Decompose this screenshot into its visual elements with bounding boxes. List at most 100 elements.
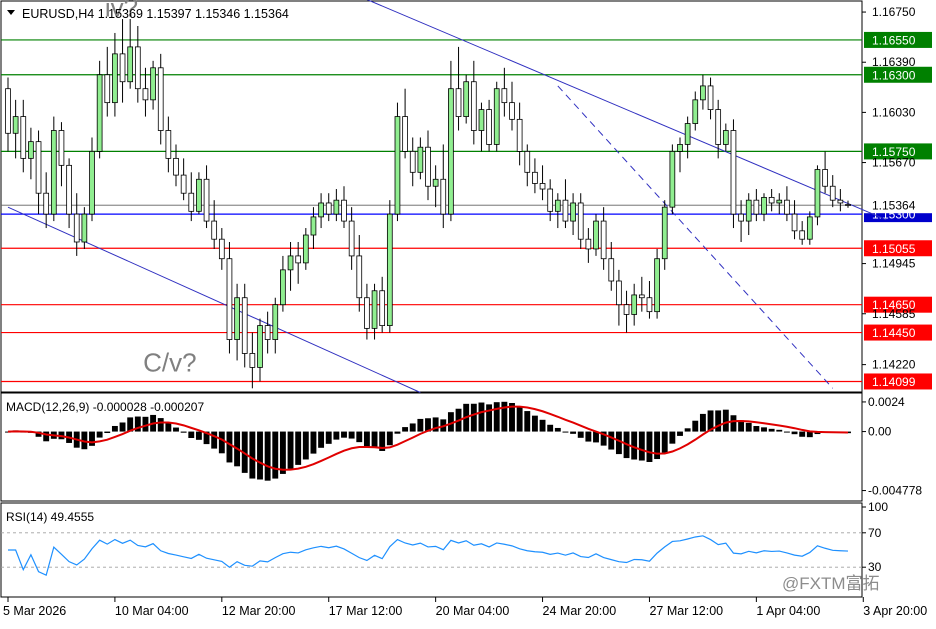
price-tick-label: 1.16390 — [872, 55, 916, 69]
price-tick-label: 1.16030 — [872, 105, 916, 119]
macd-histogram-bar — [257, 431, 263, 480]
candle-down — [784, 199, 790, 215]
fxtm-watermark: @FXTM富拓 — [782, 574, 880, 593]
candle-down — [211, 220, 218, 240]
macd-histogram-bar — [348, 431, 355, 439]
candle-up — [50, 130, 57, 215]
candle-down — [58, 130, 65, 166]
macd-histogram-bar — [180, 431, 187, 433]
macd-histogram-bar — [661, 431, 668, 453]
candle-down — [66, 164, 72, 215]
time-tick-label: 1 Apr 04:00 — [756, 604, 820, 618]
candle-down — [577, 202, 584, 240]
candle-up — [417, 146, 424, 173]
macd-histogram-bar — [692, 420, 699, 432]
macd-histogram-bar — [409, 423, 416, 432]
macd-histogram-bar — [531, 415, 538, 432]
candle-down — [409, 151, 416, 173]
candle-up — [89, 151, 95, 215]
candle-up — [302, 234, 309, 264]
candle-up — [257, 325, 263, 368]
candle-up — [432, 178, 439, 187]
candle-down — [715, 109, 722, 145]
candle-down — [516, 118, 523, 152]
macd-histogram-bar — [302, 431, 309, 460]
macd-histogram-bar — [356, 431, 363, 443]
macd-histogram-bar — [287, 431, 294, 469]
candle-up — [692, 99, 699, 124]
macd-histogram-bar — [371, 431, 378, 448]
candle-up — [684, 123, 691, 145]
candle-up — [478, 109, 485, 131]
candle-up — [333, 199, 340, 215]
level-tag-text: 1.14450 — [872, 326, 916, 340]
level-tag-text: 1.14099 — [872, 375, 916, 389]
macd-histogram-bar — [753, 426, 760, 432]
candle-down — [547, 188, 554, 212]
candle-down — [425, 146, 431, 187]
candle-up — [631, 294, 638, 315]
candle-down — [822, 169, 828, 187]
candle-down — [608, 258, 615, 282]
candle-up — [386, 213, 393, 326]
candle-down — [203, 178, 210, 222]
time-tick-label: 3 Apr 20:00 — [863, 604, 927, 618]
macd-tick-label: 0.0024 — [868, 395, 905, 409]
chart-window: 1.16550 1.16300 1.15750 1.15300 1.15055 1.146… — [0, 0, 936, 624]
candle-down — [218, 238, 225, 260]
rsi-label: RSI(14) 49.4555 — [6, 510, 94, 524]
macd-histogram-bar — [386, 431, 393, 446]
candle-down — [173, 157, 179, 176]
macd-histogram-bar — [104, 431, 111, 434]
candle-down — [585, 238, 592, 250]
candle-up — [127, 46, 134, 83]
macd-histogram-bar — [570, 431, 577, 434]
candle-down — [5, 88, 11, 134]
candle-down — [119, 53, 126, 83]
candle-up — [371, 290, 378, 329]
candle-up — [677, 144, 683, 152]
macd-histogram-bar — [363, 431, 370, 447]
macd-histogram-bar — [799, 431, 806, 437]
candle-down — [35, 141, 42, 194]
price-tick-label: 1.15670 — [872, 156, 916, 170]
candle-up — [761, 196, 767, 215]
macd-histogram-bar — [791, 431, 798, 435]
macd-histogram-bar — [394, 431, 401, 434]
level-tag-text: 1.15055 — [872, 242, 916, 256]
trading-chart[interactable]: 1.165501.163001.157501.153001.150551.146… — [0, 0, 936, 624]
candle-down — [165, 130, 172, 159]
candle-up — [814, 169, 821, 218]
time-tick-label: 17 Mar 12:00 — [329, 604, 403, 618]
candle-down — [646, 297, 653, 313]
time-tick-label: 10 Mar 04:00 — [115, 604, 189, 618]
candle-down — [295, 255, 302, 264]
candle-up — [394, 116, 401, 215]
price-tick-label: 1.14585 — [872, 307, 916, 321]
candle-down — [623, 304, 630, 315]
macd-histogram-bar — [669, 431, 676, 444]
candle-down — [738, 213, 744, 222]
candle-up — [661, 206, 668, 260]
candle-down — [188, 192, 195, 212]
candle-down — [730, 130, 737, 215]
macd-histogram-bar — [279, 431, 286, 474]
candle-down — [134, 46, 141, 90]
macd-histogram-bar — [173, 427, 179, 432]
candle-down — [241, 297, 248, 354]
rsi-tick-label: 70 — [868, 526, 882, 540]
macd-histogram-bar — [264, 431, 271, 481]
macd-histogram-bar — [111, 425, 118, 432]
time-tick-label: 5 Mar 2026 — [3, 604, 66, 618]
candle-up — [593, 220, 599, 250]
level-tag-text: 1.16300 — [872, 68, 916, 82]
candle-up — [310, 216, 317, 236]
time-tick-label: 27 Mar 12:00 — [649, 604, 723, 618]
macd-histogram-bar — [157, 418, 164, 432]
macd-tick-label: 0.00 — [868, 425, 892, 439]
candle-down — [440, 178, 447, 215]
candle-down — [753, 199, 760, 215]
candle-up — [318, 202, 324, 218]
candle-up — [570, 202, 576, 222]
candle-down — [379, 290, 386, 326]
